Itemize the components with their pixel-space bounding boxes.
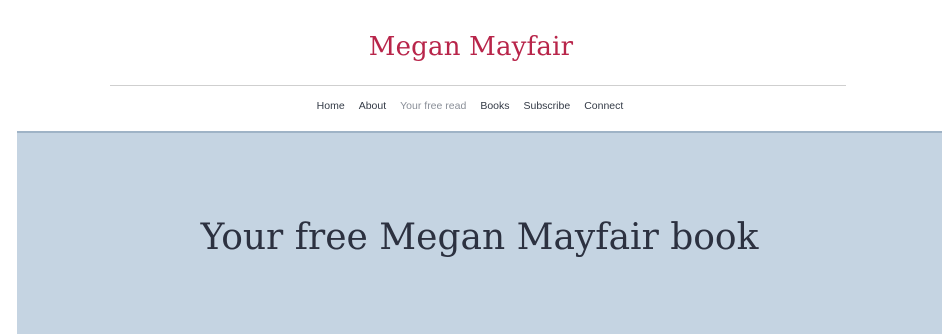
main-nav: Home About Your free read Books Subscrib… — [0, 98, 942, 114]
nav-item-books[interactable]: Books — [480, 98, 509, 114]
hero-title: Your free Megan Mayfair book — [200, 217, 759, 258]
nav-item-subscribe[interactable]: Subscribe — [524, 98, 571, 114]
header-divider — [110, 85, 846, 86]
nav-item-about[interactable]: About — [359, 98, 386, 114]
page: Megan Mayfair Home About Your free read … — [0, 0, 942, 334]
site-title[interactable]: Megan Mayfair — [0, 30, 942, 64]
nav-item-your-free-read[interactable]: Your free read — [400, 98, 466, 114]
nav-item-home[interactable]: Home — [317, 98, 345, 114]
nav-item-connect[interactable]: Connect — [584, 98, 623, 114]
hero-banner: Your free Megan Mayfair book — [17, 131, 942, 334]
